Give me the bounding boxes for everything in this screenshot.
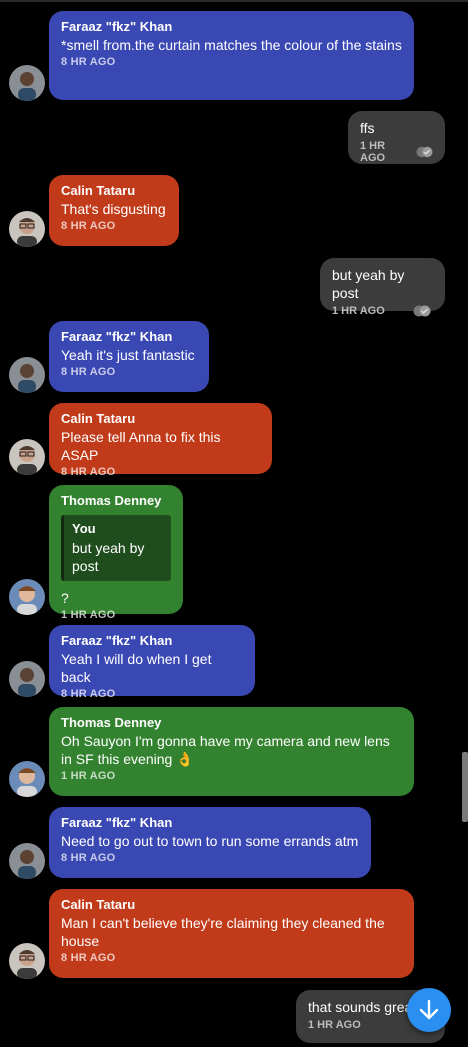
message-bubble[interactable]: Faraaz "fkz" Khan *smell from.the curtai… bbox=[49, 11, 414, 100]
message-text: Man I can't believe they're claiming the… bbox=[61, 915, 385, 949]
avatar-thomas[interactable] bbox=[9, 579, 45, 615]
top-divider bbox=[0, 0, 468, 2]
avatar-faraaz[interactable] bbox=[9, 661, 45, 697]
message-text: but yeah by post bbox=[332, 267, 405, 301]
message-sender: Calin Tataru bbox=[61, 411, 136, 426]
message-bubble[interactable]: Calin Tataru That's disgusting 8 HR AGO bbox=[49, 175, 179, 246]
message-time: 8 HR AGO bbox=[61, 466, 116, 478]
avatar-faraaz[interactable] bbox=[9, 65, 45, 101]
message-text: Please tell Anna to fix this ASAP bbox=[61, 429, 221, 463]
message-time: 1 HR AGO bbox=[360, 140, 386, 164]
message-time: 1 HR AGO bbox=[61, 770, 116, 782]
message-sender: Faraaz "fkz" Khan bbox=[61, 19, 173, 34]
avatar-calin[interactable] bbox=[9, 211, 45, 247]
message-sender: Faraaz "fkz" Khan bbox=[61, 633, 173, 648]
message-bubble-outgoing[interactable]: but yeah by post 1 HR AGO bbox=[320, 258, 445, 317]
message-time: 8 HR AGO bbox=[61, 952, 116, 964]
message-sender: Calin Tataru bbox=[61, 897, 136, 912]
message-bubble[interactable]: Calin Tataru Man I can't believe they're… bbox=[49, 889, 414, 978]
message-bubble-outgoing[interactable]: ffs 1 HR AGO bbox=[348, 111, 445, 164]
quoted-message[interactable]: You but yeah by post bbox=[61, 515, 171, 581]
scrollbar-thumb[interactable] bbox=[462, 752, 468, 822]
message-time: 1 HR AGO bbox=[332, 305, 385, 317]
message-sender: Calin Tataru bbox=[61, 183, 136, 198]
double-check-icon bbox=[416, 146, 433, 158]
avatar-faraaz[interactable] bbox=[9, 357, 45, 393]
message-time: 8 HR AGO bbox=[61, 852, 116, 864]
message-bubble[interactable]: Faraaz "fkz" Khan Yeah I will do when I … bbox=[49, 625, 255, 700]
message-text: Oh Sauyon I'm gonna have my camera and n… bbox=[61, 733, 390, 767]
message-text: That's disgusting bbox=[61, 201, 166, 217]
message-time: 8 HR AGO bbox=[61, 220, 116, 232]
avatar-calin[interactable] bbox=[9, 439, 45, 475]
avatar-calin[interactable] bbox=[9, 943, 45, 979]
message-bubble[interactable]: Faraaz "fkz" Khan Need to go out to town… bbox=[49, 807, 371, 878]
message-time: 8 HR AGO bbox=[61, 56, 116, 68]
message-text: Yeah it's just fantastic bbox=[61, 347, 195, 363]
message-sender: Thomas Denney bbox=[61, 493, 162, 508]
message-bubble[interactable]: Faraaz "fkz" Khan Yeah it's just fantast… bbox=[49, 321, 209, 392]
message-sender: Faraaz "fkz" Khan bbox=[61, 329, 173, 344]
message-time: 1 HR AGO bbox=[61, 609, 116, 621]
message-sender: Faraaz "fkz" Khan bbox=[61, 815, 173, 830]
message-bubble[interactable]: Thomas Denney You but yeah by post ? 1 H… bbox=[49, 485, 183, 621]
quote-sender: You bbox=[72, 521, 96, 536]
message-time: 1 HR AGO bbox=[308, 1019, 361, 1031]
message-text: Yeah I will do when I get back bbox=[61, 651, 212, 685]
quote-text: but yeah by post bbox=[72, 540, 145, 574]
message-time: 8 HR AGO bbox=[61, 688, 116, 700]
message-text: *smell from.the curtain matches the colo… bbox=[61, 37, 402, 53]
message-text: Need to go out to town to run some erran… bbox=[61, 833, 359, 849]
message-bubble[interactable]: Thomas Denney Oh Sauyon I'm gonna have m… bbox=[49, 707, 414, 796]
message-bubble[interactable]: Calin Tataru Please tell Anna to fix thi… bbox=[49, 403, 272, 478]
message-time: 8 HR AGO bbox=[61, 366, 116, 378]
arrow-down-icon bbox=[419, 999, 439, 1020]
avatar-faraaz[interactable] bbox=[9, 843, 45, 879]
avatar-thomas[interactable] bbox=[9, 761, 45, 797]
message-sender: Thomas Denney bbox=[61, 715, 162, 730]
message-text: ? bbox=[61, 590, 69, 606]
message-text: ffs bbox=[360, 120, 375, 136]
scroll-to-bottom-button[interactable] bbox=[407, 988, 451, 1032]
double-check-icon bbox=[413, 305, 431, 317]
